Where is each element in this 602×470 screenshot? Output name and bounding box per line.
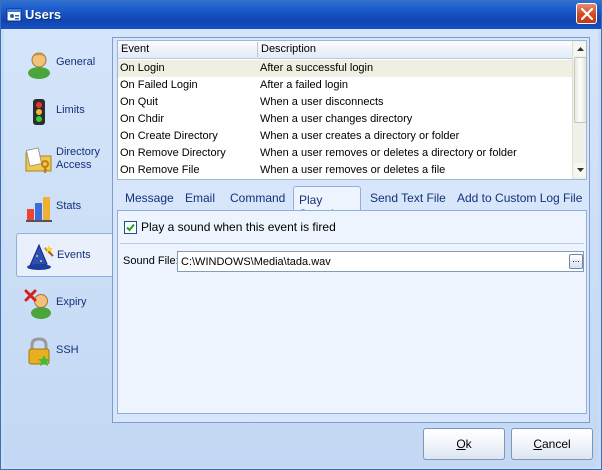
ok-label-rest: k <box>465 437 472 451</box>
ok-button[interactable]: Ok <box>423 428 505 460</box>
sidebar-item-stats[interactable]: Stats <box>14 185 112 229</box>
tab-email[interactable]: Email <box>185 191 215 210</box>
column-header-description[interactable]: Description <box>261 43 316 55</box>
sidebar: General Limits Directory Access Stats Ev… <box>14 33 112 373</box>
dialog-client-area: General Limits Directory Access Stats Ev… <box>4 29 598 467</box>
event-name: On Quit <box>120 96 158 108</box>
event-description: After a failed login <box>260 79 349 91</box>
close-button[interactable] <box>576 3 597 24</box>
sidebar-item-label: General <box>56 56 96 68</box>
play-sound-tab-page: Play a sound when this event is fired So… <box>117 210 587 414</box>
event-name: On Create Directory <box>120 130 218 142</box>
traffic-light-icon <box>33 99 45 125</box>
event-name: On Failed Login <box>120 79 198 91</box>
list-header: Event Description <box>118 41 572 59</box>
table-row[interactable]: On Remove File When a user removes or de… <box>118 162 572 179</box>
event-name: On Chdir <box>120 113 165 125</box>
sidebar-item-events[interactable]: Events <box>16 233 112 277</box>
sidebar-item-general[interactable]: General <box>14 41 112 85</box>
column-divider[interactable] <box>257 42 258 57</box>
tab-send-text-file[interactable]: Send Text File <box>370 191 446 210</box>
vertical-scrollbar[interactable] <box>572 41 586 179</box>
event-name: On Remove Directory <box>120 147 226 159</box>
sidebar-item-expiry[interactable]: Expiry <box>14 281 112 325</box>
events-list[interactable]: Event Description On Login After a succe… <box>117 40 587 180</box>
ok-access-key: O <box>456 437 466 451</box>
sound-file-label: Sound File: <box>123 255 179 267</box>
tab-play-sound[interactable]: Play Sound <box>293 186 361 221</box>
sidebar-item-label: Limits <box>56 104 85 116</box>
user-avatar-icon <box>28 52 50 79</box>
sidebar-item-ssh[interactable]: SSH <box>14 329 112 373</box>
table-row[interactable]: On Failed Login After a failed login <box>118 77 572 94</box>
sidebar-item-label: SSH <box>56 344 79 356</box>
event-name: On Login <box>120 62 165 74</box>
table-row[interactable]: On Quit When a user disconnects <box>118 94 572 111</box>
scroll-up-button[interactable] <box>574 42 586 56</box>
scroll-thumb[interactable] <box>574 57 586 123</box>
table-row[interactable]: On Remove Directory When a user removes … <box>118 145 572 162</box>
sidebar-item-label: Stats <box>56 200 82 212</box>
wizard-hat-icon <box>27 243 54 270</box>
stats-icon <box>26 197 52 222</box>
play-sound-checkbox-label[interactable]: Play a sound when this event is fired <box>141 220 336 234</box>
play-sound-checkbox[interactable] <box>124 221 137 234</box>
table-row[interactable]: On Create Directory When a user creates … <box>118 128 572 145</box>
column-header-event[interactable]: Event <box>121 43 149 55</box>
event-name: On Remove File <box>120 164 200 176</box>
event-description: After a successful login <box>260 62 374 74</box>
cancel-label-rest: ancel <box>541 437 571 451</box>
checkmark-icon <box>126 223 135 232</box>
tab-command[interactable]: Command <box>230 191 285 210</box>
users-window: Users General Limits Directory Access St… <box>0 0 602 470</box>
cancel-button[interactable]: Cancel <box>511 428 593 460</box>
scroll-down-button[interactable] <box>574 163 586 177</box>
action-tabs: Message Email Command Play Sound Send Te… <box>117 186 587 221</box>
table-row[interactable]: On Chdir When a user changes directory <box>118 111 572 128</box>
sidebar-item-label: Directory Access <box>56 146 101 171</box>
users-window-icon <box>6 8 22 22</box>
window-title: Users <box>25 7 62 22</box>
event-description: When a user removes or deletes a directo… <box>260 147 517 159</box>
title-bar[interactable]: Users <box>1 1 601 29</box>
folder-key-icon <box>25 147 52 173</box>
sidebar-item-directory-access[interactable]: Directory Access <box>14 137 112 181</box>
table-row[interactable]: On Login After a successful login <box>118 60 572 77</box>
lock-icon <box>28 337 50 366</box>
arrow-down-icon <box>577 168 584 172</box>
sidebar-item-label: Expiry <box>56 296 87 308</box>
tab-message[interactable]: Message <box>125 191 174 210</box>
event-description: When a user changes directory <box>260 113 413 125</box>
sidebar-item-limits[interactable]: Limits <box>14 89 112 133</box>
divider <box>120 243 584 244</box>
sidebar-item-label: Events <box>57 249 91 261</box>
event-description: When a user disconnects <box>260 96 384 108</box>
sound-file-input[interactable] <box>177 251 584 272</box>
cancel-access-key: C <box>533 437 542 451</box>
browse-button[interactable]: ... <box>569 254 583 269</box>
events-panel: Event Description On Login After a succe… <box>112 37 590 423</box>
user-expired-icon <box>24 289 51 319</box>
arrow-up-icon <box>577 47 584 51</box>
event-description: When a user removes or deletes a file <box>260 164 446 176</box>
close-icon <box>581 8 593 20</box>
tab-add-to-custom-log-file[interactable]: Add to Custom Log File <box>457 191 582 210</box>
event-description: When a user creates a directory or folde… <box>260 130 460 142</box>
